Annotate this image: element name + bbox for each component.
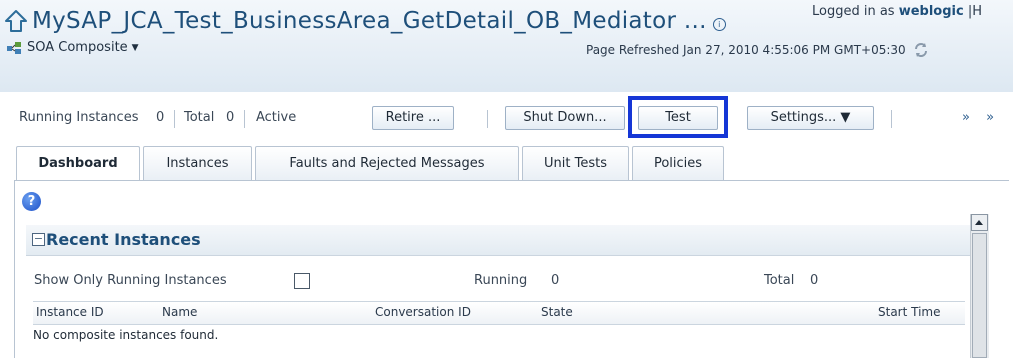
shut-down-button[interactable]: Shut Down... (505, 106, 625, 130)
refresh-icon[interactable] (912, 42, 930, 58)
show-only-running-label: Show Only Running Instances (34, 273, 227, 288)
total-count-label: Total (764, 273, 795, 288)
scrollbar-thumb[interactable] (972, 233, 987, 358)
refresh-info: Page Refreshed Jan 27, 2010 4:55:06 PM G… (586, 42, 930, 58)
page-refreshed-text: Page Refreshed Jan 27, 2010 4:55:06 PM G… (586, 43, 906, 57)
logged-in-info: Logged in as weblogic |H (812, 4, 982, 19)
retire-button[interactable]: Retire ... (372, 106, 454, 130)
column-start-time[interactable]: Start Time (878, 305, 941, 319)
toolbar-divider (174, 110, 175, 128)
more-actions-icon[interactable]: » » (962, 110, 1000, 125)
info-icon[interactable]: i (712, 17, 726, 31)
logged-in-label: Logged in as (812, 4, 895, 19)
tab-policies[interactable]: Policies (632, 146, 724, 181)
running-count-value: 0 (551, 273, 560, 288)
toolbar-divider (891, 110, 892, 128)
title-row: MySAP_JCA_Test_BusinessArea_GetDetail_OB… (4, 6, 728, 36)
arrow-up-icon (975, 220, 983, 225)
tab-instances[interactable]: Instances (143, 146, 252, 181)
tab-unit-tests[interactable]: Unit Tests (522, 146, 629, 181)
chevron-down-icon: ▼ (131, 42, 139, 53)
soa-composite-label: SOA Composite (27, 40, 128, 55)
show-only-running-checkbox[interactable] (294, 273, 310, 289)
toolbar-divider (487, 110, 488, 128)
toolbar-divider (244, 110, 245, 128)
running-instances-label: Running Instances (19, 110, 139, 125)
total-count-value: 0 (810, 273, 819, 288)
column-name[interactable]: Name (162, 305, 197, 319)
recent-instances-title: Recent Instances (46, 230, 201, 249)
tab-faults-and-rejected-messages[interactable]: Faults and Rejected Messages (255, 146, 519, 181)
help-icon[interactable]: ? (22, 192, 41, 211)
logged-in-user[interactable]: weblogic (899, 4, 964, 19)
tab-dashboard[interactable]: Dashboard (16, 146, 140, 182)
total-value: 0 (226, 110, 235, 125)
running-instances-value: 0 (156, 110, 165, 125)
column-state[interactable]: State (541, 305, 573, 319)
soa-composite-menu[interactable]: SOA Composite ▼ (6, 40, 139, 55)
header-trail-text: |H (967, 4, 983, 19)
column-conversation-id[interactable]: Conversation ID (375, 305, 471, 319)
test-button-highlight (628, 96, 728, 138)
composite-icon (7, 41, 21, 54)
collapse-toggle-icon[interactable]: − (32, 233, 45, 246)
running-count-label: Running (474, 273, 528, 288)
settings-button[interactable]: Settings... ▼ (747, 106, 874, 130)
home-icon[interactable] (4, 8, 28, 34)
total-label: Total (184, 110, 215, 125)
active-status: Active (256, 110, 297, 125)
empty-table-message: No composite instances found. (33, 328, 219, 342)
page-title: MySAP_JCA_Test_BusinessArea_GetDetail_OB… (32, 8, 707, 34)
column-instance-id[interactable]: Instance ID (36, 305, 104, 319)
